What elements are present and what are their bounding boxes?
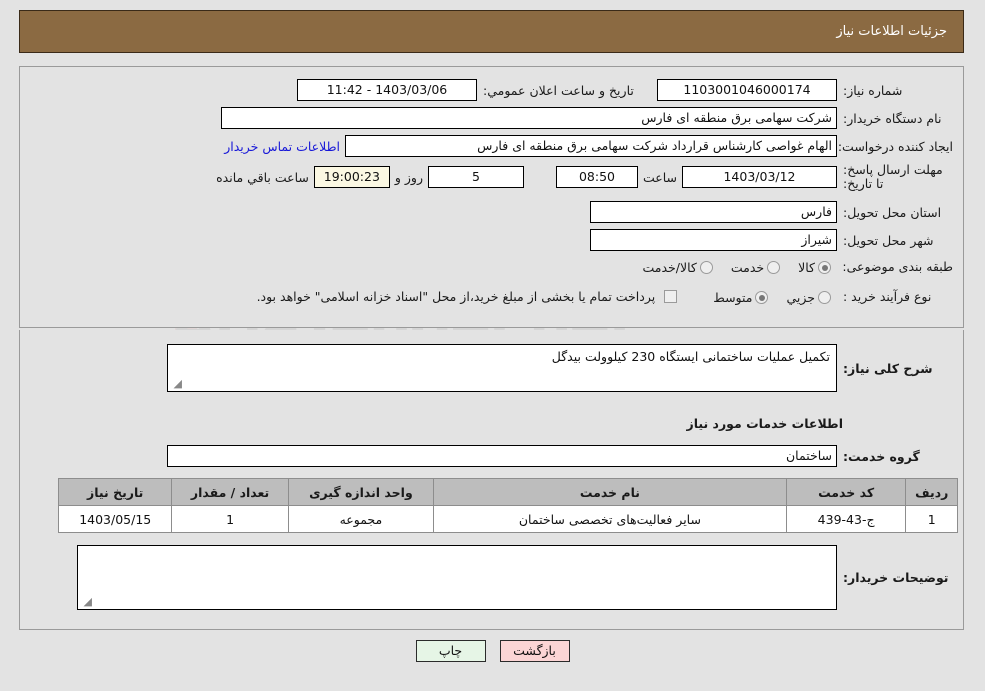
th-code: کد خدمت [785, 478, 907, 506]
buyer-comments-label: توضیحات خریدار: [843, 570, 949, 585]
table-header-row: ردیف کد خدمت نام خدمت واحد اندازه گیری ت… [57, 478, 958, 506]
row-announce-date: تاریخ و ساعت اعلان عمومي: 1403/03/06 - 1… [297, 79, 653, 101]
category-label: طبقه بندی موضوعی: [842, 259, 953, 274]
creator-label: ایجاد کننده درخواست: [837, 138, 953, 154]
buyer-comments-input[interactable]: ◢ [77, 545, 837, 610]
row-buyer-comments: توضیحات خریدار: ◢ [77, 545, 953, 610]
category-option-1-label: خدمت [730, 260, 765, 275]
days-remaining-value: 5 [427, 166, 524, 188]
service-group-label: گروه خدمت: [843, 448, 920, 464]
table-row: 1 ج-43-439 سایر فعالیت‌های تخصصی ساختمان… [57, 505, 958, 533]
remaining-suffix-label: ساعت باقي مانده [216, 169, 309, 185]
page-header: جزئیات اطلاعات نیاز [19, 10, 964, 53]
buyer-contact-link[interactable]: اطلاعات تماس خریدار [219, 139, 345, 154]
buyer-org-label: نام دستگاه خریدار: [843, 110, 942, 126]
cell-radif: 1 [905, 505, 958, 533]
service-group-value: ساختمان [167, 445, 837, 467]
th-qty: تعداد / مقدار [171, 478, 289, 506]
services-table: ردیف کد خدمت نام خدمت واحد اندازه گیری ت… [57, 478, 958, 533]
deadline-label: مهلت ارسال پاسخ: تا تاریخ: [843, 162, 943, 191]
process-type-label: نوع فرآیند خرید : [843, 289, 932, 304]
radio-kala-icon[interactable] [818, 261, 831, 274]
need-number-label: شماره نیاز: [843, 82, 903, 98]
general-description-value[interactable]: تکمیل عملیات ساختمانی ایستگاه 230 کیلوول… [167, 344, 837, 392]
back-button[interactable]: بازگشت [499, 640, 570, 662]
category-option-1[interactable]: خدمت [719, 257, 786, 276]
deadline-time-value: 08:50 [555, 166, 638, 188]
announce-date-label: تاریخ و ساعت اعلان عمومي: [483, 82, 634, 98]
creator-value: الهام غواصی کارشناس قرارداد شرکت سهامی ب… [345, 135, 837, 157]
th-date: تاریخ نیاز [57, 478, 173, 506]
need-details-panel: شرح کلی نیاز: تکمیل عملیات ساختمانی ایست… [19, 330, 964, 630]
city-label: شهر محل تحویل: [843, 232, 934, 248]
province-label: استان محل تحویل: [843, 204, 942, 220]
cell-code: ج-43-439 [785, 505, 907, 533]
category-option-2[interactable]: کالا/خدمت [630, 257, 718, 276]
row-creator: ایجاد کننده درخواست: الهام غواصی کارشناس… [219, 135, 953, 157]
need-number-value: 1103001046000174 [657, 79, 837, 101]
general-description-text: تکمیل عملیات ساختمانی ایستگاه 230 کیلوول… [551, 349, 830, 364]
process-option-0-label: جزیي [786, 290, 815, 305]
radio-motevaset-icon[interactable] [755, 291, 769, 304]
category-option-2-label: کالا/خدمت [642, 260, 697, 275]
treasury-bonds-note: پرداخت تمام یا بخشی از مبلغ خرید،از محل … [256, 289, 656, 304]
resize-grip-icon[interactable]: ◢ [80, 596, 92, 608]
page-title: جزئیات اطلاعات نیاز [836, 24, 947, 39]
row-process-type: نوع فرآیند خرید : جزیي متوسط پرداخت تمام… [252, 287, 953, 306]
footer-actions: بازگشت چاپ [0, 640, 985, 662]
treasury-bonds-checkbox[interactable] [664, 290, 678, 303]
services-section-title: اطلاعات خدمات مورد نیاز [686, 416, 844, 431]
announce-date-value: 1403/03/06 - 11:42 [297, 79, 477, 101]
row-deadline: مهلت ارسال پاسخ: تا تاریخ: 1403/03/12 سا… [211, 163, 953, 191]
days-word-label: روز و [394, 169, 423, 185]
process-option-1-label: متوسط [713, 290, 753, 305]
radio-kala-khedmat-icon[interactable] [699, 261, 713, 274]
radio-jozee-icon[interactable] [818, 291, 831, 304]
row-general-description: شرح کلی نیاز: تکمیل عملیات ساختمانی ایست… [167, 344, 953, 392]
need-summary-panel: شماره نیاز: 1103001046000174 تاریخ و ساع… [19, 66, 964, 328]
buyer-org-value: شرکت سهامی برق منطقه ای فارس [221, 107, 837, 129]
row-need-number: شماره نیاز: 1103001046000174 [657, 79, 953, 101]
row-category: طبقه بندی موضوعی: کالا خدمت کالا/خدمت [630, 257, 953, 276]
hour-label: ساعت [642, 169, 677, 185]
cell-name: سایر فعالیت‌های تخصصی ساختمان [433, 505, 787, 533]
radio-khedmat-icon[interactable] [767, 261, 781, 274]
cell-date: 1403/05/15 [57, 505, 173, 533]
city-value: شیراز [590, 229, 837, 251]
print-button[interactable]: چاپ [415, 640, 486, 662]
row-service-group: گروه خدمت: ساختمان [167, 445, 953, 467]
cell-qty: 1 [171, 505, 289, 533]
process-option-1[interactable]: متوسط [701, 287, 774, 306]
deadline-date-value: 1403/03/12 [682, 166, 837, 188]
row-province: استان محل تحویل: فارس [590, 201, 953, 223]
province-value: فارس [590, 201, 837, 223]
countdown-timer: 19:00:23 [313, 166, 390, 188]
resize-grip-icon[interactable]: ◢ [170, 378, 182, 390]
th-name: نام خدمت [433, 478, 787, 506]
row-buyer-org: نام دستگاه خریدار: شرکت سهامی برق منطقه … [221, 107, 953, 129]
th-radif: ردیف [905, 478, 958, 506]
general-description-label: شرح کلی نیاز: [843, 360, 933, 376]
category-option-0[interactable]: کالا [786, 257, 837, 276]
th-unit: واحد اندازه گیری [287, 478, 435, 506]
cell-unit: مجموعه [287, 505, 435, 533]
category-option-0-label: کالا [798, 260, 815, 275]
process-option-0[interactable]: جزیي [774, 287, 837, 306]
row-city: شهر محل تحویل: شیراز [590, 229, 953, 251]
